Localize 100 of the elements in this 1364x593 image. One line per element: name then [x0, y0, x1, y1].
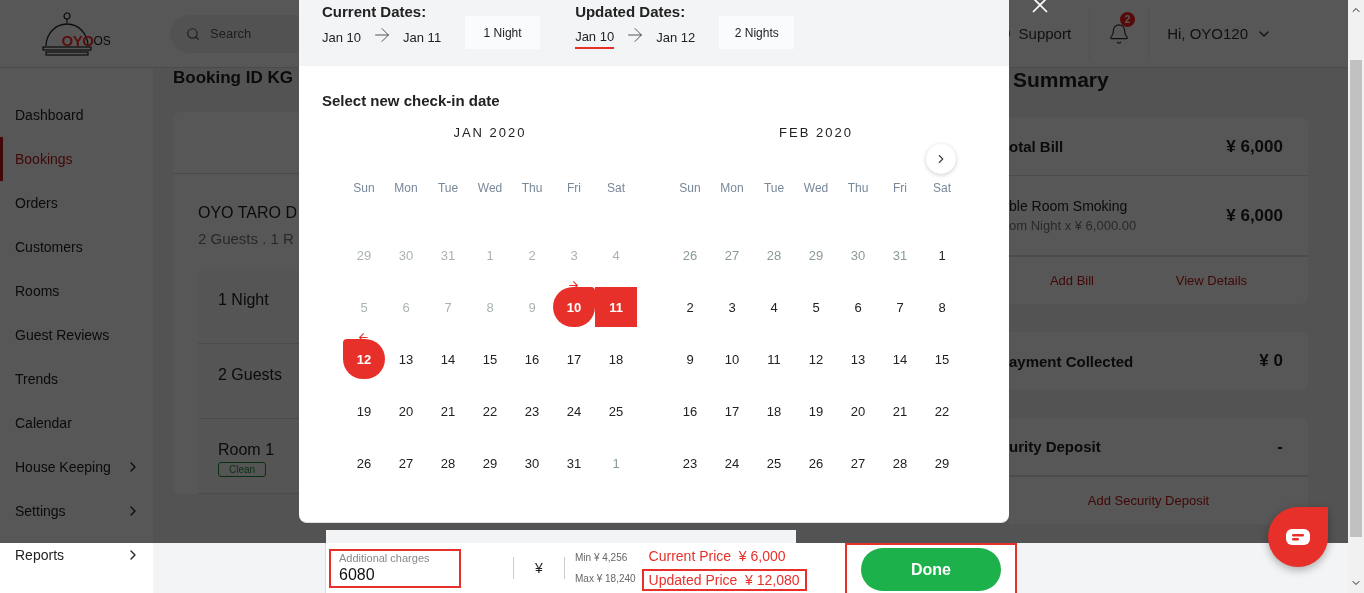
calendar-day[interactable]: 1 — [921, 235, 963, 275]
calendar-day[interactable]: 22 — [469, 391, 511, 431]
current-price: Current Price ¥ 6,000 — [647, 547, 787, 566]
calendar-day[interactable]: 5 — [795, 287, 837, 327]
calendar-day[interactable]: 21 — [879, 391, 921, 431]
calendar-day[interactable]: 13 — [837, 339, 879, 379]
calendar-day[interactable]: 23 — [669, 443, 711, 483]
calendar-day: 8 — [469, 287, 511, 327]
calendar-day[interactable]: 6 — [837, 287, 879, 327]
calendar-day[interactable]: 11 — [595, 287, 637, 327]
weekday-label: Tue — [437, 181, 459, 195]
calendar-day[interactable]: 31 — [553, 443, 595, 483]
currency-symbol: ¥ — [534, 560, 544, 576]
calendar-day: 30 — [385, 235, 427, 275]
calendar-day[interactable]: 12 — [795, 339, 837, 379]
calendar-day: 1 — [469, 235, 511, 275]
calendar-day[interactable]: 24 — [553, 391, 595, 431]
calendar-day[interactable]: 3 — [711, 287, 753, 327]
calendar-day[interactable]: 11 — [753, 339, 795, 379]
updated-price: Updated Price ¥ 12,080 — [641, 569, 807, 591]
month-title: FEB 2020 — [778, 125, 854, 142]
calendar-day: 9 — [511, 287, 553, 327]
calendar-day[interactable]: 16 — [511, 339, 553, 379]
calendar-day[interactable]: 24 — [711, 443, 753, 483]
status-tag: Clean — [218, 462, 267, 477]
bell-logo-icon — [41, 11, 92, 56]
calendar-day[interactable]: 19 — [343, 391, 385, 431]
calendar-day: 3 — [553, 235, 595, 275]
calendar-day[interactable]: 28 — [427, 443, 469, 483]
calendar-day[interactable]: 20 — [385, 391, 427, 431]
dialog-prompt: Select new check-in date — [321, 91, 501, 109]
calendar-day[interactable]: 18 — [595, 339, 637, 379]
nights-chip: 1 Night — [465, 16, 541, 49]
search-icon — [186, 26, 200, 41]
calendar-day[interactable]: 27 — [385, 443, 427, 483]
calendar-day[interactable]: 26 — [343, 443, 385, 483]
calendar-day: 7 — [427, 287, 469, 327]
weekday-label: Fri — [893, 181, 907, 195]
dates-label: Current Dates: — [322, 3, 428, 20]
weekday-label: Sat — [607, 181, 625, 195]
logo-text: OS — [93, 33, 111, 48]
weekday-label: Tue — [763, 181, 785, 195]
calendar-day[interactable]: 28 — [879, 443, 921, 483]
calendar-day[interactable]: 7 — [879, 287, 921, 327]
calendar-day[interactable]: 25 — [595, 391, 637, 431]
sidebar-item[interactable]: Reports — [0, 533, 153, 577]
hotel-name: OYO TARO D — [197, 203, 298, 222]
calendar-day[interactable]: 29 — [469, 443, 511, 483]
calendar-day[interactable]: 23 — [511, 391, 553, 431]
calendar-day: 2 — [511, 235, 553, 275]
calendar-day[interactable]: 18 — [753, 391, 795, 431]
amount: ¥ 0 — [1259, 351, 1283, 371]
calendar-day[interactable]: 25 — [753, 443, 795, 483]
calendar-day: 5 — [343, 287, 385, 327]
calendar-day[interactable]: 20 — [837, 391, 879, 431]
weekday-label: Thu — [521, 181, 543, 195]
calendar-day: 31 — [427, 235, 469, 275]
detail-text: Room 1 — [218, 441, 276, 459]
summary-label: otal Bill — [1009, 138, 1064, 155]
amount: ¥ 6,000 — [1226, 205, 1283, 226]
weekday-label: Thu — [847, 181, 869, 195]
calendar-day[interactable]: 17 — [553, 339, 595, 379]
amount: - — [1277, 436, 1283, 457]
calendar-day[interactable]: 14 — [427, 339, 469, 379]
calendar-day[interactable]: 4 — [753, 287, 795, 327]
calendar-day[interactable]: 16 — [669, 391, 711, 431]
detail-text: 1 Night — [218, 291, 270, 309]
calendar-day: 29 — [343, 235, 385, 275]
calendar-day[interactable]: 12 — [343, 339, 385, 379]
summary-title: Summary — [1012, 68, 1110, 92]
calendar-day[interactable]: 22 — [921, 391, 963, 431]
calendar-day[interactable]: 19 — [795, 391, 837, 431]
nights-chip: 2 Nights — [719, 16, 795, 49]
summary-label: ayment Collected — [1009, 352, 1134, 370]
calendar-day[interactable]: 30 — [511, 443, 553, 483]
calendar-day[interactable]: 21 — [427, 391, 469, 431]
calendar-day[interactable]: 15 — [469, 339, 511, 379]
scrollbar[interactable] — [1348, 0, 1364, 593]
date-text: Jan 11 — [403, 28, 442, 47]
calendar-day: 6 — [385, 287, 427, 327]
calendar-day[interactable]: 13 — [385, 339, 427, 379]
weekday-label: Wed — [803, 181, 829, 195]
field-label: Additional charges — [339, 551, 430, 564]
calendar-day[interactable]: 10 — [553, 287, 595, 327]
calendar-day[interactable]: 9 — [669, 339, 711, 379]
calendar-day[interactable]: 14 — [879, 339, 921, 379]
calendar-day[interactable]: 2 — [669, 287, 711, 327]
booking-title: Booking ID KG — [173, 68, 294, 88]
calendar-day[interactable]: 8 — [921, 287, 963, 327]
calendar-day[interactable]: 27 — [837, 443, 879, 483]
date-text: Jan 10 — [575, 20, 615, 49]
calendar-day[interactable]: 29 — [921, 443, 963, 483]
weekday-label: Wed — [477, 181, 503, 195]
calendar-day[interactable]: 15 — [921, 339, 963, 379]
weekday-label: Fri — [567, 181, 581, 195]
min-price: Min ¥ 4,256 — [575, 552, 629, 563]
calendar-day[interactable]: 17 — [711, 391, 753, 431]
calendar-day[interactable]: 10 — [711, 339, 753, 379]
calendar-day[interactable]: 26 — [795, 443, 837, 483]
amount: ¥ 6,000 — [1226, 136, 1283, 157]
